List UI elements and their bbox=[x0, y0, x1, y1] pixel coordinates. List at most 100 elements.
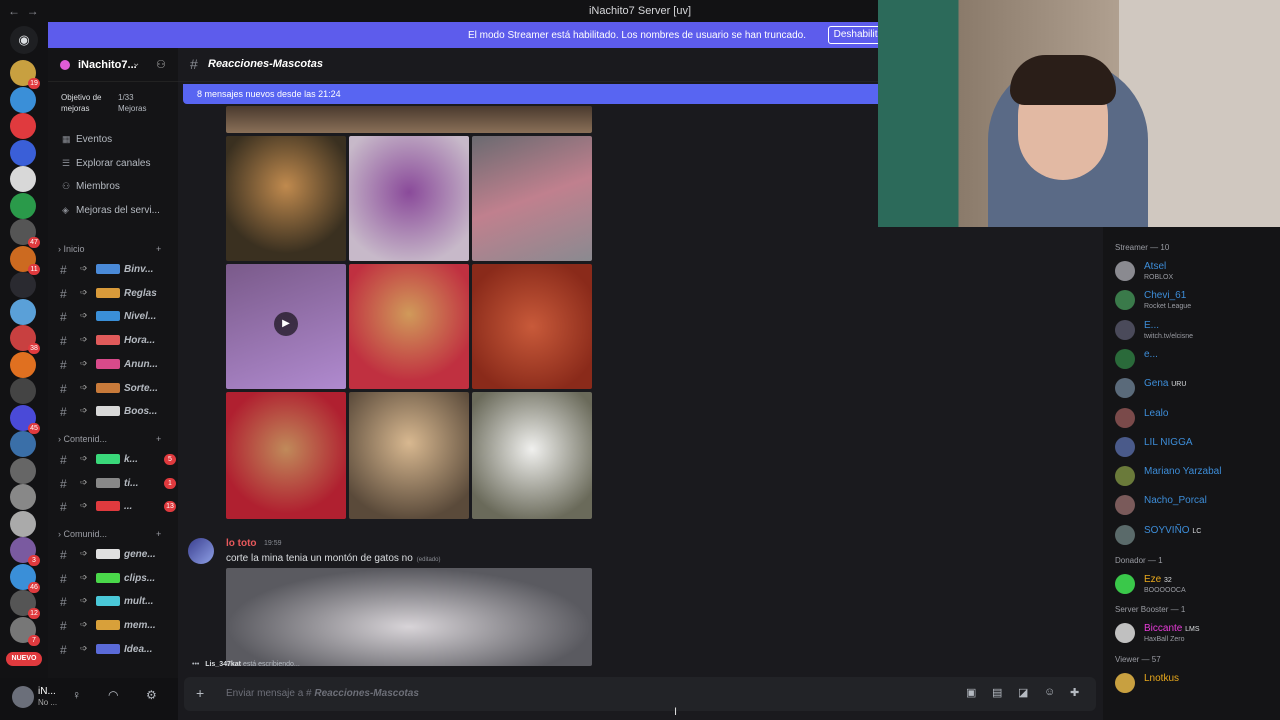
server-icon[interactable] bbox=[10, 378, 36, 404]
channel-item[interactable]: # ➩ Reglas bbox=[60, 284, 178, 304]
add-user-icon[interactable]: ⚇ bbox=[156, 58, 166, 71]
sticker-icon[interactable]: ◪ bbox=[1018, 686, 1028, 699]
channel-item[interactable]: # ➩ clips... bbox=[60, 569, 178, 589]
channel-item[interactable]: # ➩ Binv... bbox=[60, 260, 178, 280]
gif-icon[interactable]: ▤ bbox=[992, 686, 1002, 699]
member-item[interactable]: E... twitch.tv/elcisne bbox=[1115, 318, 1277, 344]
member-item[interactable]: Eze 32 BOOOOOCA bbox=[1115, 572, 1277, 598]
server-icon[interactable] bbox=[10, 192, 36, 219]
video-attachment[interactable]: ▶ bbox=[226, 264, 346, 389]
server-icon[interactable] bbox=[10, 510, 36, 537]
server-icon[interactable] bbox=[10, 86, 36, 113]
image-attachment[interactable] bbox=[472, 264, 592, 389]
server-icon[interactable] bbox=[10, 113, 36, 139]
channel-item[interactable]: # ➩ mult... bbox=[60, 592, 178, 612]
server-icon[interactable] bbox=[10, 457, 36, 484]
message-composer[interactable]: + Enviar mensaje a # Reacciones-Mascotas… bbox=[184, 677, 1096, 711]
server-icon[interactable]: 45 bbox=[10, 404, 40, 434]
channel-item[interactable]: # ➩ k... 5 bbox=[60, 450, 178, 470]
server-icon[interactable] bbox=[10, 431, 36, 457]
image-attachment[interactable] bbox=[349, 264, 469, 389]
member-item[interactable]: Lealo bbox=[1115, 406, 1277, 432]
channel-item[interactable]: # ➩ Boos... bbox=[60, 402, 178, 422]
channel-item[interactable]: # ➩... 13 bbox=[60, 497, 178, 517]
guild-header[interactable]: iNachito7... ⌄ ⚇ bbox=[48, 48, 178, 82]
member-item[interactable]: Nacho_Porcal bbox=[1115, 493, 1277, 519]
member-item[interactable]: Atsel ROBLOX bbox=[1115, 259, 1277, 285]
image-attachment[interactable] bbox=[226, 136, 346, 261]
boost-progress[interactable]: Objetivo de mejoras 1/33 Mejoras bbox=[56, 88, 176, 118]
image-attachment[interactable] bbox=[226, 392, 346, 519]
server-icon[interactable] bbox=[10, 272, 36, 298]
plus-icon[interactable]: + bbox=[156, 244, 161, 254]
nav-item[interactable]: ▦ Eventos bbox=[62, 134, 112, 152]
category-header[interactable]: › Comunid... + bbox=[58, 529, 161, 543]
server-icon[interactable]: 19 bbox=[10, 60, 40, 89]
gear-icon[interactable]: ⚙ bbox=[146, 688, 157, 702]
chevron-down-icon[interactable]: ⌄ bbox=[132, 58, 140, 69]
channel-item[interactable]: # ➩ ti... 1 bbox=[60, 474, 178, 494]
image-attachment[interactable] bbox=[349, 392, 469, 519]
nav-item-label: Miembros bbox=[76, 181, 120, 192]
apps-icon[interactable]: ✚ bbox=[1070, 686, 1079, 699]
channel-item[interactable]: # ➩ mem... bbox=[60, 616, 178, 636]
member-item[interactable]: Lnotkus bbox=[1115, 671, 1277, 697]
image-attachment[interactable] bbox=[472, 392, 592, 519]
channel-emoji-icon bbox=[96, 549, 120, 559]
image-attachment[interactable] bbox=[349, 136, 469, 261]
new-badge[interactable]: NUEVO bbox=[6, 652, 42, 666]
channel-emoji-icon bbox=[96, 596, 120, 607]
emoji-icon[interactable]: ☺ bbox=[1044, 686, 1055, 698]
channel-item[interactable]: # ➩ Sorte... bbox=[60, 379, 178, 399]
server-icon[interactable]: 46 bbox=[10, 563, 40, 593]
channel-item[interactable]: # ➩ Idea... bbox=[60, 640, 178, 660]
avatar[interactable] bbox=[188, 538, 214, 564]
server-icon[interactable] bbox=[10, 298, 36, 325]
channel-item[interactable]: # ➩ Hora... bbox=[60, 331, 178, 351]
member-item[interactable]: Chevi_61 Rocket League bbox=[1115, 288, 1277, 314]
category-header[interactable]: › Inicio + bbox=[58, 244, 161, 258]
server-icon[interactable]: 47 bbox=[10, 219, 40, 248]
new-messages-bar[interactable]: 8 mensajes nuevos desde las 21:24 bbox=[183, 84, 883, 104]
image-attachment[interactable] bbox=[226, 568, 592, 666]
plus-icon[interactable]: + bbox=[156, 434, 161, 444]
avatar bbox=[1115, 407, 1135, 428]
channel-item[interactable]: # ➩ Anun... bbox=[60, 355, 178, 375]
plus-icon[interactable]: + bbox=[156, 529, 161, 539]
gift-icon[interactable]: ▣ bbox=[966, 686, 976, 699]
server-icon[interactable] bbox=[10, 351, 36, 378]
server-icon[interactable]: 11 bbox=[10, 245, 40, 275]
member-item[interactable]: SOYVIÑO LC bbox=[1115, 523, 1277, 549]
member-item[interactable]: e... bbox=[1115, 347, 1277, 373]
play-icon[interactable]: ▶ bbox=[274, 312, 298, 336]
server-icon[interactable] bbox=[10, 139, 36, 166]
message-author[interactable]: lo toto bbox=[226, 538, 257, 549]
headphones-icon[interactable]: ◠ bbox=[108, 688, 118, 702]
plus-icon[interactable]: + bbox=[196, 685, 204, 701]
server-icon[interactable] bbox=[10, 166, 36, 192]
hash-icon: # bbox=[60, 310, 67, 325]
member-item[interactable]: LIL NIGGA bbox=[1115, 435, 1277, 461]
composer-placeholder: Enviar mensaje a # Reacciones-Mascotas bbox=[226, 688, 419, 699]
member-item[interactable]: Biccante LMS HaxBall Zero bbox=[1115, 621, 1277, 647]
channel-item[interactable]: # ➩ Nivel... bbox=[60, 307, 178, 327]
nav-item[interactable]: ☰ Explorar canales bbox=[62, 158, 150, 176]
arrow-icon: ➩ bbox=[80, 405, 88, 416]
image-attachment[interactable] bbox=[226, 106, 592, 133]
server-icon[interactable] bbox=[10, 484, 36, 510]
server-icon[interactable]: 38 bbox=[10, 325, 40, 354]
server-icon[interactable]: 3 bbox=[10, 537, 40, 566]
arrow-icon: ➩ bbox=[80, 619, 88, 630]
nav-item[interactable]: ⚇ Miembros bbox=[62, 181, 120, 199]
server-icon[interactable]: 12 bbox=[10, 590, 40, 619]
avatar[interactable] bbox=[12, 686, 34, 708]
server-icon[interactable]: 7 bbox=[10, 616, 40, 646]
home-icon[interactable]: ◉ bbox=[10, 26, 38, 54]
member-item[interactable]: Gena URU bbox=[1115, 376, 1277, 402]
member-item[interactable]: Mariano Yarzabal bbox=[1115, 464, 1277, 490]
mic-icon[interactable]: ♀ bbox=[72, 688, 81, 702]
image-attachment[interactable] bbox=[472, 136, 592, 261]
category-header[interactable]: › Contenid... + bbox=[58, 434, 161, 448]
nav-item[interactable]: ◈ Mejoras del servi... bbox=[62, 205, 160, 223]
channel-item[interactable]: # ➩ gene... bbox=[60, 545, 178, 565]
